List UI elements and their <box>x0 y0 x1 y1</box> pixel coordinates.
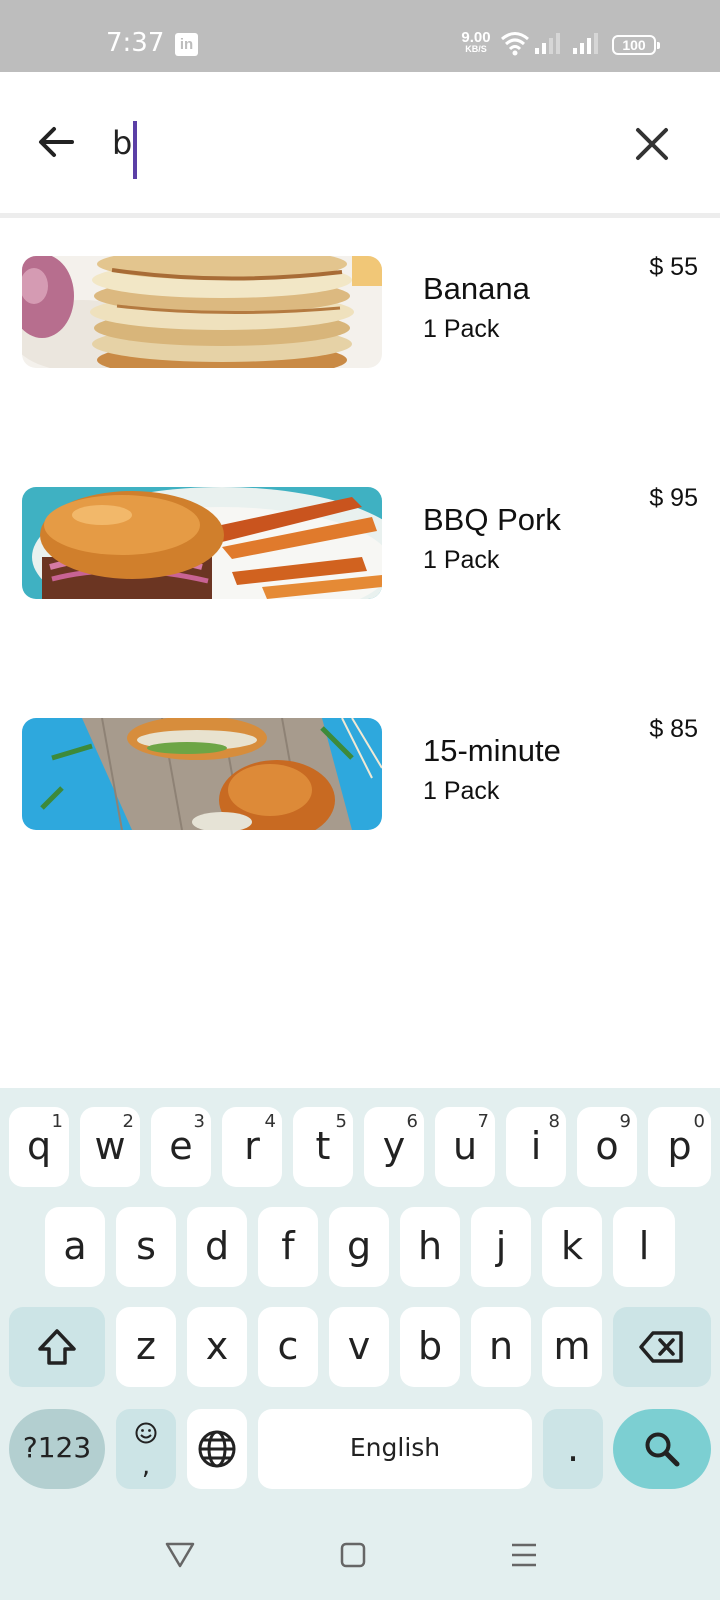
search-input[interactable]: b <box>112 112 592 179</box>
key-d[interactable]: d <box>187 1207 247 1287</box>
key-k[interactable]: k <box>542 1207 602 1287</box>
key-a[interactable]: a <box>45 1207 105 1287</box>
text-caret <box>133 120 138 179</box>
search-header: b <box>0 72 720 214</box>
search-key[interactable] <box>613 1409 711 1489</box>
linkedin-icon: in <box>175 33 198 56</box>
item-price: $ 55 <box>649 253 698 281</box>
backspace-key[interactable] <box>613 1307 711 1387</box>
key-f[interactable]: f <box>258 1207 318 1287</box>
signal-icon-2 <box>573 33 598 54</box>
key-j[interactable]: j <box>471 1207 531 1287</box>
recents-menu-icon[interactable] <box>501 1532 547 1578</box>
pancake-stack-photo <box>22 256 382 368</box>
wifi-icon <box>501 32 529 56</box>
key-s[interactable]: s <box>116 1207 176 1287</box>
space-bar[interactable]: English <box>258 1409 532 1489</box>
key-y[interactable]: y6 <box>364 1107 424 1187</box>
key-t[interactable]: t5 <box>293 1107 353 1187</box>
emoji-key[interactable]: , <box>116 1409 176 1489</box>
shift-icon <box>38 1329 76 1365</box>
navigation-bar <box>0 1510 720 1600</box>
key-i[interactable]: i8 <box>506 1107 566 1187</box>
key-g[interactable]: g <box>329 1207 389 1287</box>
home-square-icon[interactable] <box>330 1532 376 1578</box>
status-time: 7:37 <box>106 28 165 58</box>
key-o[interactable]: o9 <box>577 1107 637 1187</box>
search-icon <box>645 1432 680 1467</box>
item-price: $ 95 <box>649 484 698 512</box>
key-p[interactable]: p0 <box>648 1107 711 1187</box>
shift-key[interactable] <box>9 1307 105 1387</box>
item-name: BBQ Pork <box>423 502 561 537</box>
item-quantity: 1 Pack <box>423 546 500 574</box>
period-key[interactable]: . <box>543 1409 603 1489</box>
network-speed-unit: KB/S <box>465 44 487 54</box>
key-h[interactable]: h <box>400 1207 460 1287</box>
key-c[interactable]: c <box>258 1307 318 1387</box>
key-l[interactable]: l <box>613 1207 675 1287</box>
search-query[interactable]: b <box>112 124 132 162</box>
item-quantity: 1 Pack <box>423 777 500 805</box>
item-price: $ 85 <box>649 715 698 743</box>
key-e[interactable]: e3 <box>151 1107 211 1187</box>
list-item[interactable]: Banana 1 Pack $ 55 <box>0 218 720 378</box>
symbols-key[interactable]: ?123 <box>9 1409 105 1489</box>
key-u[interactable]: u7 <box>435 1107 495 1187</box>
close-icon[interactable] <box>630 122 674 166</box>
back-triangle-icon[interactable] <box>157 1532 203 1578</box>
key-x[interactable]: x <box>187 1307 247 1387</box>
key-m[interactable]: m <box>542 1307 602 1387</box>
language-key[interactable] <box>187 1409 247 1489</box>
battery-indicator: 100 <box>612 35 660 55</box>
key-r[interactable]: r4 <box>222 1107 282 1187</box>
status-bar: 7:37 in 9.00 KB/S 100 <box>0 0 720 72</box>
burger-on-board-photo <box>22 718 382 830</box>
burger-with-fries-photo <box>22 487 382 599</box>
backspace-icon <box>639 1331 683 1363</box>
key-n[interactable]: n <box>471 1307 531 1387</box>
key-b[interactable]: b <box>400 1307 460 1387</box>
key-w[interactable]: w2 <box>80 1107 140 1187</box>
list-item[interactable]: 15-minute 1 Pack $ 85 <box>0 680 720 840</box>
signal-icon <box>535 33 560 54</box>
comma-label: , <box>141 1451 151 1481</box>
network-speed-value: 9.00 <box>461 29 491 46</box>
item-quantity: 1 Pack <box>423 315 500 343</box>
item-name: Banana <box>423 271 530 306</box>
list-item[interactable]: BBQ Pork 1 Pack $ 95 <box>0 449 720 609</box>
key-v[interactable]: v <box>329 1307 389 1387</box>
emoji-icon <box>135 1422 157 1444</box>
key-q[interactable]: q1 <box>9 1107 69 1187</box>
arrow-left-icon[interactable] <box>32 118 80 166</box>
item-name: 15-minute <box>423 733 561 768</box>
globe-icon <box>198 1430 236 1468</box>
key-z[interactable]: z <box>116 1307 176 1387</box>
network-speed: 9.00 KB/S <box>458 30 494 54</box>
